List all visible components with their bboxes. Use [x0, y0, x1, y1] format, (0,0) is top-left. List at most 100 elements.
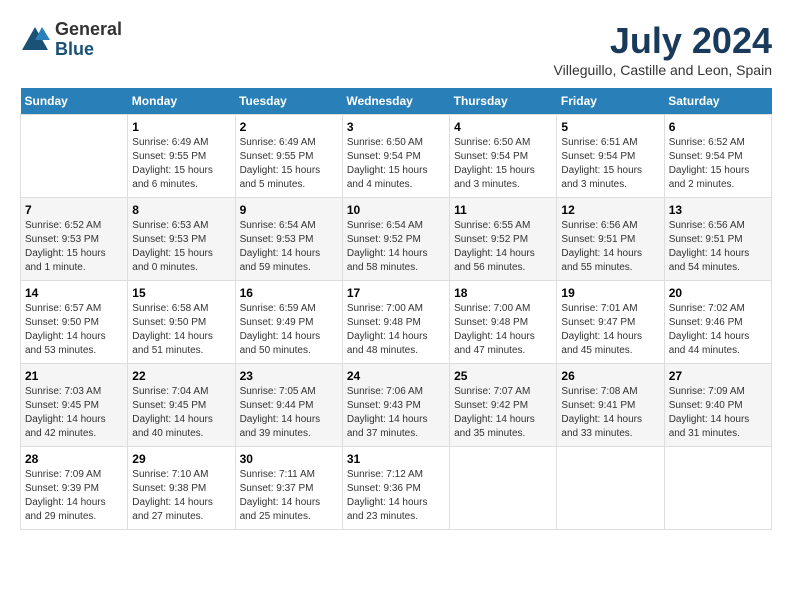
day-header-friday: Friday — [557, 88, 664, 115]
day-info: Sunrise: 6:56 AM Sunset: 9:51 PM Dayligh… — [561, 219, 659, 275]
day-header-saturday: Saturday — [664, 88, 771, 115]
day-number: 6 — [669, 120, 767, 134]
day-header-wednesday: Wednesday — [342, 88, 449, 115]
day-number: 12 — [561, 203, 659, 217]
day-info: Sunrise: 7:11 AM Sunset: 9:37 PM Dayligh… — [240, 468, 338, 524]
day-number: 26 — [561, 369, 659, 383]
calendar-cell: 13 Sunrise: 6:56 AM Sunset: 9:51 PM Dayli… — [664, 198, 771, 281]
calendar-cell: 23Sunrise: 7:05 AM Sunset: 9:44 PM Dayli… — [235, 364, 342, 447]
calendar-cell: 30Sunrise: 7:11 AM Sunset: 9:37 PM Dayli… — [235, 447, 342, 530]
logo-icon — [20, 25, 50, 55]
calendar-cell: 22Sunrise: 7:04 AM Sunset: 9:45 PM Dayli… — [128, 364, 235, 447]
day-info: Sunrise: 6:54 AM Sunset: 9:52 PM Dayligh… — [347, 219, 445, 275]
day-header-row: SundayMondayTuesdayWednesdayThursdayFrid… — [21, 88, 772, 115]
day-info: Sunrise: 7:09 AM Sunset: 9:39 PM Dayligh… — [25, 468, 123, 524]
day-number: 15 — [132, 286, 230, 300]
day-info: Sunrise: 7:00 AM Sunset: 9:48 PM Dayligh… — [347, 302, 445, 358]
calendar-cell: 5 Sunrise: 6:51 AM Sunset: 9:54 PM Daylig… — [557, 115, 664, 198]
day-number: 5 — [561, 120, 659, 134]
calendar-cell: 9 Sunrise: 6:54 AM Sunset: 9:53 PM Daylig… — [235, 198, 342, 281]
calendar-cell: 19 Sunrise: 7:01 AM Sunset: 9:47 PM Dayli… — [557, 281, 664, 364]
calendar-cell: 11 Sunrise: 6:55 AM Sunset: 9:52 PM Dayli… — [450, 198, 557, 281]
calendar-cell: 15 Sunrise: 6:58 AM Sunset: 9:50 PM Dayli… — [128, 281, 235, 364]
day-info: Sunrise: 6:52 AM Sunset: 9:54 PM Dayligh… — [669, 136, 767, 192]
day-header-thursday: Thursday — [450, 88, 557, 115]
day-number: 16 — [240, 286, 338, 300]
day-info: Sunrise: 6:55 AM Sunset: 9:52 PM Dayligh… — [454, 219, 552, 275]
day-number: 25 — [454, 369, 552, 383]
day-info: Sunrise: 6:53 AM Sunset: 9:53 PM Dayligh… — [132, 219, 230, 275]
day-header-monday: Monday — [128, 88, 235, 115]
calendar-cell: 14 Sunrise: 6:57 AM Sunset: 9:50 PM Dayli… — [21, 281, 128, 364]
day-number: 8 — [132, 203, 230, 217]
day-info: Sunrise: 6:54 AM Sunset: 9:53 PM Dayligh… — [240, 219, 338, 275]
day-header-sunday: Sunday — [21, 88, 128, 115]
day-number: 4 — [454, 120, 552, 134]
logo-general-text: General — [55, 20, 122, 40]
calendar-cell: 2Sunrise: 6:49 AM Sunset: 9:55 PM Daylig… — [235, 115, 342, 198]
week-row-3: 14 Sunrise: 6:57 AM Sunset: 9:50 PM Dayli… — [21, 281, 772, 364]
day-number: 14 — [25, 286, 123, 300]
calendar-cell: 3 Sunrise: 6:50 AM Sunset: 9:54 PM Daylig… — [342, 115, 449, 198]
day-number: 27 — [669, 369, 767, 383]
logo-text: General Blue — [55, 20, 122, 60]
logo-blue-text: Blue — [55, 40, 122, 60]
day-number: 9 — [240, 203, 338, 217]
calendar-cell: 27 Sunrise: 7:09 AM Sunset: 9:40 PM Dayli… — [664, 364, 771, 447]
calendar-cell: 1Sunrise: 6:49 AM Sunset: 9:55 PM Daylig… — [128, 115, 235, 198]
day-number: 13 — [669, 203, 767, 217]
month-year-title: July 2024 — [554, 20, 772, 62]
day-info: Sunrise: 7:00 AM Sunset: 9:48 PM Dayligh… — [454, 302, 552, 358]
day-info: Sunrise: 7:04 AM Sunset: 9:45 PM Dayligh… — [132, 385, 230, 441]
day-info: Sunrise: 7:08 AM Sunset: 9:41 PM Dayligh… — [561, 385, 659, 441]
day-number: 20 — [669, 286, 767, 300]
calendar-cell: 25 Sunrise: 7:07 AM Sunset: 9:42 PM Dayli… — [450, 364, 557, 447]
day-info: Sunrise: 6:51 AM Sunset: 9:54 PM Dayligh… — [561, 136, 659, 192]
calendar-cell: 21Sunrise: 7:03 AM Sunset: 9:45 PM Dayli… — [21, 364, 128, 447]
calendar-cell: 24Sunrise: 7:06 AM Sunset: 9:43 PM Dayli… — [342, 364, 449, 447]
calendar-cell — [664, 447, 771, 530]
day-number: 17 — [347, 286, 445, 300]
week-row-2: 7 Sunrise: 6:52 AM Sunset: 9:53 PM Daylig… — [21, 198, 772, 281]
day-info: Sunrise: 7:09 AM Sunset: 9:40 PM Dayligh… — [669, 385, 767, 441]
day-info: Sunrise: 7:12 AM Sunset: 9:36 PM Dayligh… — [347, 468, 445, 524]
calendar-cell: 6 Sunrise: 6:52 AM Sunset: 9:54 PM Daylig… — [664, 115, 771, 198]
calendar-cell — [450, 447, 557, 530]
day-info: Sunrise: 7:07 AM Sunset: 9:42 PM Dayligh… — [454, 385, 552, 441]
day-info: Sunrise: 6:58 AM Sunset: 9:50 PM Dayligh… — [132, 302, 230, 358]
day-info: Sunrise: 6:49 AM Sunset: 9:55 PM Dayligh… — [132, 136, 230, 192]
day-info: Sunrise: 7:06 AM Sunset: 9:43 PM Dayligh… — [347, 385, 445, 441]
calendar-cell: 31 Sunrise: 7:12 AM Sunset: 9:36 PM Dayli… — [342, 447, 449, 530]
day-info: Sunrise: 6:52 AM Sunset: 9:53 PM Dayligh… — [25, 219, 123, 275]
day-info: Sunrise: 7:10 AM Sunset: 9:38 PM Dayligh… — [132, 468, 230, 524]
calendar-cell: 20 Sunrise: 7:02 AM Sunset: 9:46 PM Dayli… — [664, 281, 771, 364]
day-number: 29 — [132, 452, 230, 466]
calendar-cell — [21, 115, 128, 198]
day-number: 31 — [347, 452, 445, 466]
calendar-cell: 8 Sunrise: 6:53 AM Sunset: 9:53 PM Daylig… — [128, 198, 235, 281]
calendar-cell: 26 Sunrise: 7:08 AM Sunset: 9:41 PM Dayli… — [557, 364, 664, 447]
day-number: 21 — [25, 369, 123, 383]
day-number: 11 — [454, 203, 552, 217]
day-number: 10 — [347, 203, 445, 217]
title-block: July 2024 Villeguillo, Castille and Leon… — [554, 20, 772, 78]
day-number: 19 — [561, 286, 659, 300]
day-info: Sunrise: 7:02 AM Sunset: 9:46 PM Dayligh… — [669, 302, 767, 358]
week-row-4: 21Sunrise: 7:03 AM Sunset: 9:45 PM Dayli… — [21, 364, 772, 447]
day-info: Sunrise: 6:56 AM Sunset: 9:51 PM Dayligh… — [669, 219, 767, 275]
calendar-cell: 16Sunrise: 6:59 AM Sunset: 9:49 PM Dayli… — [235, 281, 342, 364]
calendar-cell: 12 Sunrise: 6:56 AM Sunset: 9:51 PM Dayli… — [557, 198, 664, 281]
day-number: 7 — [25, 203, 123, 217]
calendar-header: SundayMondayTuesdayWednesdayThursdayFrid… — [21, 88, 772, 115]
day-number: 3 — [347, 120, 445, 134]
day-info: Sunrise: 6:57 AM Sunset: 9:50 PM Dayligh… — [25, 302, 123, 358]
day-number: 2 — [240, 120, 338, 134]
calendar-cell: 7 Sunrise: 6:52 AM Sunset: 9:53 PM Daylig… — [21, 198, 128, 281]
day-number: 28 — [25, 452, 123, 466]
week-row-1: 1Sunrise: 6:49 AM Sunset: 9:55 PM Daylig… — [21, 115, 772, 198]
day-info: Sunrise: 6:50 AM Sunset: 9:54 PM Dayligh… — [347, 136, 445, 192]
calendar-cell: 18Sunrise: 7:00 AM Sunset: 9:48 PM Dayli… — [450, 281, 557, 364]
calendar-cell: 4Sunrise: 6:50 AM Sunset: 9:54 PM Daylig… — [450, 115, 557, 198]
calendar-cell: 17 Sunrise: 7:00 AM Sunset: 9:48 PM Dayli… — [342, 281, 449, 364]
day-info: Sunrise: 7:01 AM Sunset: 9:47 PM Dayligh… — [561, 302, 659, 358]
